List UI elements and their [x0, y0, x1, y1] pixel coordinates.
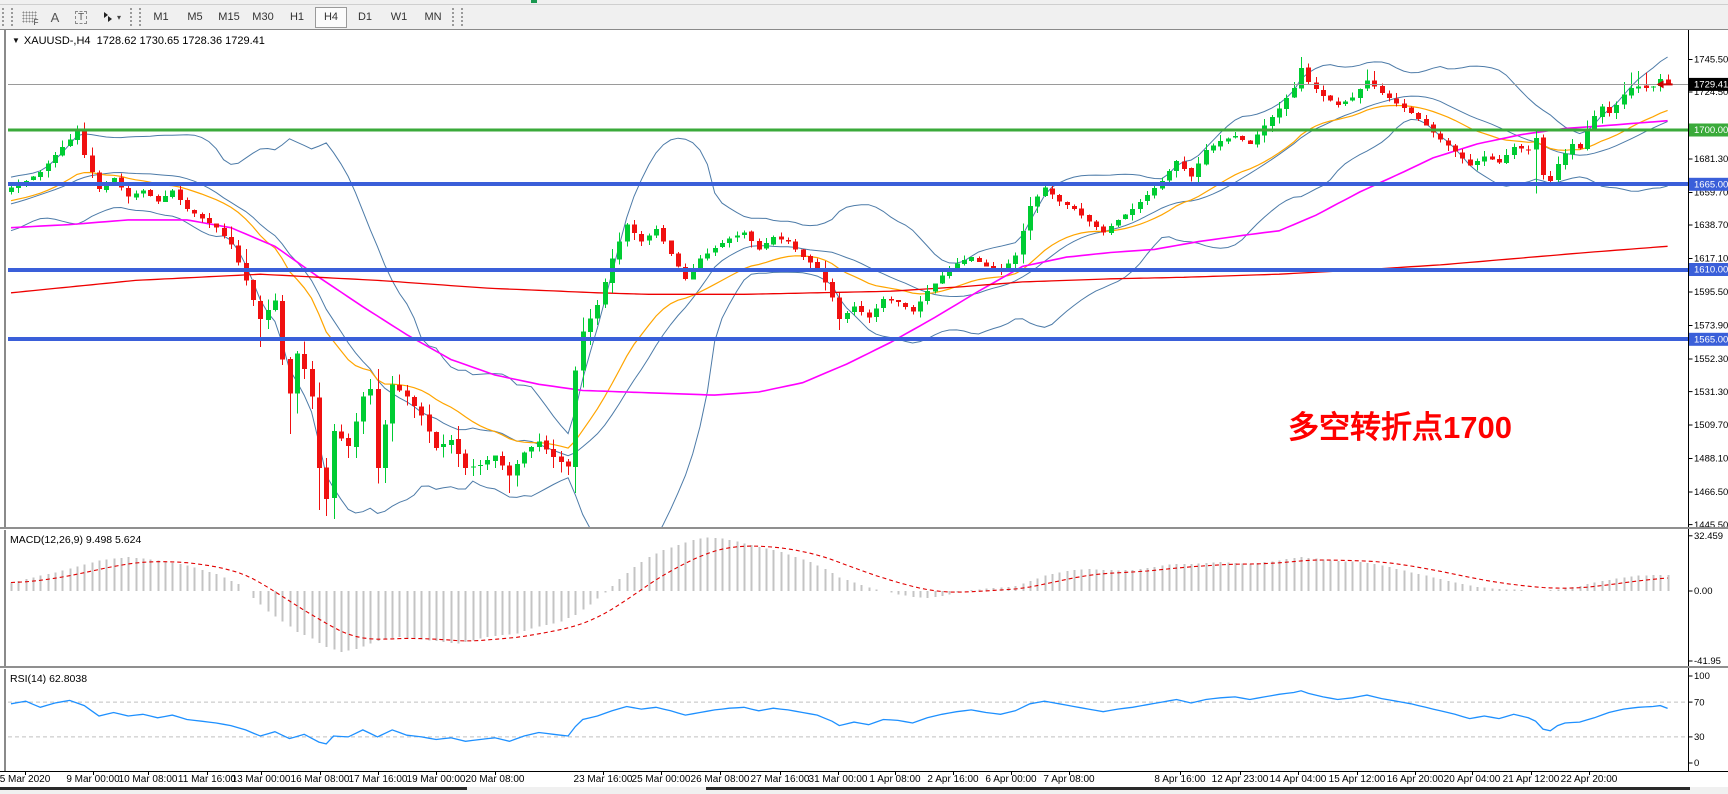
text-button[interactable]: A — [42, 7, 68, 27]
chart-title: ▼ XAUUSD-,H4 1728.62 1730.65 1728.36 1729… — [12, 35, 265, 47]
svg-text:1745.50: 1745.50 — [1694, 55, 1728, 66]
svg-text:1665.00: 1665.00 — [1694, 180, 1728, 191]
svg-text:1700.00: 1700.00 — [1694, 125, 1728, 136]
time-axis-label: 16 Apr 20:00 — [1387, 774, 1444, 785]
svg-text:32.459: 32.459 — [1694, 531, 1723, 542]
time-axis-label: 20 Apr 04:00 — [1444, 774, 1501, 785]
chart-ohlc-values: 1728.62 1730.65 1728.36 1729.41 — [97, 35, 265, 47]
time-axis-label: 21 Apr 12:00 — [1503, 774, 1560, 785]
timeframe-button-m1[interactable]: M1 — [145, 7, 177, 28]
arrows-button[interactable]: ▾ — [94, 7, 128, 27]
time-axis-label: 9 Mar 00:00 — [66, 774, 119, 785]
svg-text:70: 70 — [1694, 697, 1705, 708]
svg-text:1681.30: 1681.30 — [1694, 154, 1728, 165]
time-axis-label: 20 Mar 08:00 — [466, 774, 525, 785]
timeframe-button-mn[interactable]: MN — [417, 7, 449, 28]
timeframe-button-d1[interactable]: D1 — [349, 7, 381, 28]
macd-axis-labels: 32.459 0.00 -41.95 — [1689, 531, 1724, 666]
time-axis-label: 11 Mar 16:00 — [178, 774, 236, 785]
fibonacci-icon: F — [22, 11, 37, 23]
svg-text:1552.30: 1552.30 — [1694, 354, 1728, 365]
svg-text:1729.41: 1729.41 — [1694, 80, 1728, 91]
time-axis-label: 23 Mar 16:00 — [574, 774, 633, 785]
upper-toolbar-icon-fragment — [531, 0, 537, 3]
time-axis-label: 6 Apr 00:00 — [985, 774, 1036, 785]
time-axis-label: 16 Mar 08:00 — [291, 774, 350, 785]
indicator-lines-layer — [11, 57, 1668, 527]
price-axis-labels: 1745.501724.501681.301659.701638.701617.… — [1689, 55, 1728, 527]
toolbar-grip[interactable] — [452, 8, 463, 26]
timeframe-button-m5[interactable]: M5 — [179, 7, 211, 28]
time-axis-label: 27 Mar 16:00 — [751, 774, 810, 785]
toolbar-grip[interactable] — [2, 8, 13, 26]
time-axis-label: 17 Mar 16:00 — [349, 774, 408, 785]
time-axis-label: 10 Mar 08:00 — [119, 774, 178, 785]
svg-text:1638.70: 1638.70 — [1694, 220, 1728, 231]
timeframe-button-w1[interactable]: W1 — [383, 7, 415, 28]
svg-text:1610.00: 1610.00 — [1694, 265, 1728, 276]
macd-histogram — [12, 538, 1669, 653]
fibonacci-button[interactable]: F — [16, 7, 42, 27]
svg-text:0.00: 0.00 — [1694, 586, 1713, 597]
time-axis-label: 7 Apr 08:00 — [1043, 774, 1094, 785]
svg-text:1595.50: 1595.50 — [1694, 287, 1728, 298]
time-axis-label: 12 Apr 23:00 — [1212, 774, 1269, 785]
chart-dropdown-icon[interactable]: ▼ — [12, 36, 20, 45]
price-chart-canvas: 1745.501724.501681.301659.701638.701617.… — [0, 30, 1728, 527]
macd-canvas: 32.459 0.00 -41.95 — [0, 529, 1728, 666]
svg-text:1531.30: 1531.30 — [1694, 387, 1728, 398]
price-chart-pane[interactable]: 1745.501724.501681.301659.701638.701617.… — [0, 30, 1728, 527]
svg-text:1466.50: 1466.50 — [1694, 487, 1728, 498]
time-axis-label: 25 Mar 00:00 — [632, 774, 691, 785]
chart-text-annotation[interactable]: 多空转折点1700 — [1288, 402, 1512, 447]
time-axis-label: 2 Apr 16:00 — [927, 774, 978, 785]
timeframe-button-m15[interactable]: M15 — [213, 7, 245, 28]
horizontal-scrollbar[interactable] — [0, 787, 1728, 794]
time-axis-label: 15 Apr 12:00 — [1329, 774, 1386, 785]
svg-text:1565.00: 1565.00 — [1694, 335, 1728, 346]
timeframe-button-h1[interactable]: H1 — [281, 7, 313, 28]
svg-text:1509.70: 1509.70 — [1694, 420, 1728, 431]
candles-layer — [9, 57, 1671, 519]
time-axis-label: 13 Mar 00:00 — [232, 774, 291, 785]
time-axis-label: 14 Apr 04:00 — [1270, 774, 1327, 785]
time-axis-label: 31 Mar 00:00 — [809, 774, 868, 785]
timeframe-button-m30[interactable]: M30 — [247, 7, 279, 28]
time-axis-label: 8 Apr 16:00 — [1154, 774, 1205, 785]
chart-symbol: XAUUSD-,H4 — [24, 35, 91, 47]
svg-text:1573.90: 1573.90 — [1694, 321, 1728, 332]
time-axis-label: 19 Mar 00:00 — [407, 774, 466, 785]
time-axis-label: 5 Mar 2020 — [0, 774, 50, 785]
time-axis[interactable]: 5 Mar 2020 9 Mar 00:0010 Mar 08:0011 Mar … — [0, 771, 1728, 788]
timeframe-button-h4[interactable]: H4 — [315, 7, 347, 28]
arrows-icon — [101, 11, 115, 23]
svg-text:-41.95: -41.95 — [1694, 656, 1721, 666]
rsi-indicator-pane[interactable]: 100 70 30 0 — [0, 668, 1728, 771]
scrollbar-track[interactable] — [0, 787, 467, 790]
svg-text:30: 30 — [1694, 732, 1705, 743]
text-label-button[interactable]: T — [68, 7, 94, 27]
text-label-icon: T — [75, 11, 87, 24]
rsi-canvas: 100 70 30 0 — [0, 668, 1728, 771]
scrollbar-track[interactable] — [706, 787, 1690, 790]
svg-text:1488.10: 1488.10 — [1694, 454, 1728, 465]
svg-text:100: 100 — [1694, 671, 1710, 682]
rsi-axis-labels: 100 70 30 0 — [1689, 671, 1710, 769]
time-axis-label: 1 Apr 08:00 — [869, 774, 920, 785]
time-axis-label: 26 Mar 08:00 — [691, 774, 750, 785]
toolbar-grip[interactable] — [130, 8, 141, 26]
svg-text:0: 0 — [1694, 758, 1699, 769]
svg-text:1445.50: 1445.50 — [1694, 520, 1728, 527]
time-axis-label: 22 Apr 20:00 — [1561, 774, 1618, 785]
macd-indicator-pane[interactable]: 32.459 0.00 -41.95 — [0, 529, 1728, 666]
text-icon: A — [51, 10, 60, 25]
line-studies-toolbar: F A T ▾ M1 M5 M15 M30 H1 H4 D1 W1 MN — [0, 5, 1728, 30]
chevron-down-icon: ▾ — [117, 13, 121, 22]
